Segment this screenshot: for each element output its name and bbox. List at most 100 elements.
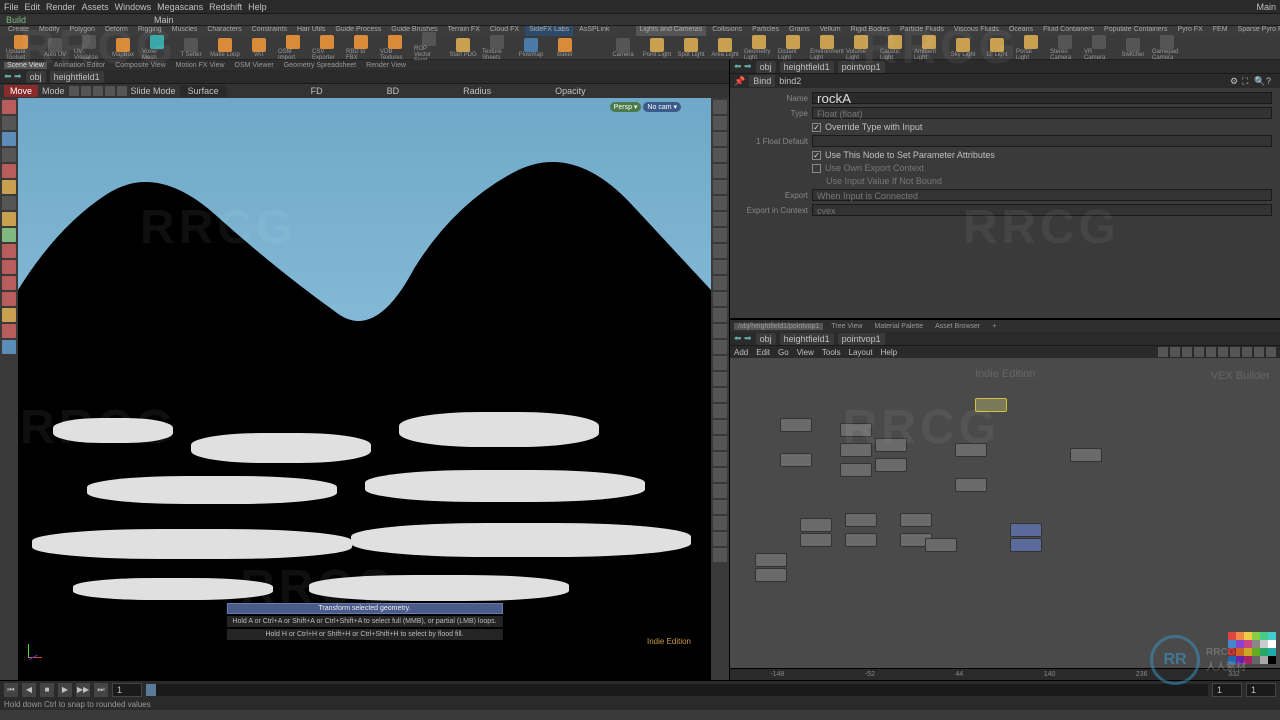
mode-icon[interactable] [81, 86, 91, 96]
nmenu-add[interactable]: Add [734, 348, 748, 357]
display-icon[interactable] [713, 516, 727, 530]
vop-node[interactable] [840, 423, 872, 437]
display-icon[interactable] [713, 436, 727, 450]
tool-pdg[interactable]: Start PDG [448, 38, 478, 58]
main-menubar[interactable]: File Edit Render Assets Windows Megascan… [0, 0, 1280, 14]
tool-caustic[interactable]: Caustic Light [880, 35, 910, 61]
tool-vat[interactable]: VAT [244, 38, 274, 58]
mode-icon[interactable] [105, 86, 115, 96]
net-tool-icon[interactable] [1158, 347, 1168, 357]
viewport-3d[interactable]: Persp ▾ No cam ▾ Transform selected geom… [18, 98, 711, 680]
display-icon[interactable] [713, 228, 727, 242]
nmenu-go[interactable]: Go [778, 348, 789, 357]
display-icon[interactable] [713, 388, 727, 402]
nmenu-view[interactable]: View [797, 348, 814, 357]
display-icon[interactable] [713, 420, 727, 434]
display-icon[interactable] [713, 340, 727, 354]
tool-icon[interactable] [2, 308, 16, 322]
frame-current[interactable]: 1 [112, 683, 142, 697]
tool-icon[interactable] [2, 260, 16, 274]
net-tool-icon[interactable] [1218, 347, 1228, 357]
timeline-slider[interactable] [146, 684, 1208, 696]
net-tool-icon[interactable] [1206, 347, 1216, 357]
search-icon[interactable]: 🔍 [1254, 76, 1264, 86]
help-icon[interactable]: ? [1266, 76, 1276, 86]
tab-tree[interactable]: Tree View [827, 323, 866, 330]
tab-asset[interactable]: Asset Browser [931, 323, 984, 330]
tool-env[interactable]: Environment Light [812, 35, 842, 61]
gear-icon[interactable]: ⚙ [1230, 76, 1240, 86]
tab-anim[interactable]: Animation Editor [51, 62, 108, 69]
vop-node[interactable] [755, 568, 787, 582]
display-icon[interactable] [713, 100, 727, 114]
display-icon[interactable] [713, 132, 727, 146]
display-icon[interactable] [713, 180, 727, 194]
tool-icon[interactable] [2, 244, 16, 258]
main-label[interactable]: Main [154, 15, 174, 25]
tool-icon[interactable] [2, 276, 16, 290]
nmenu-edit[interactable]: Edit [756, 348, 770, 357]
tool-ambient[interactable]: Portal Light [1016, 35, 1046, 61]
tool-switcher[interactable]: Switcher [1118, 38, 1148, 58]
vop-node[interactable] [780, 453, 812, 467]
vop-node[interactable] [955, 478, 987, 492]
menu-megascans[interactable]: Megascans [157, 2, 203, 12]
vop-node[interactable] [875, 438, 907, 452]
vop-node[interactable] [755, 553, 787, 567]
display-icon[interactable] [713, 116, 727, 130]
build-label[interactable]: Build [6, 15, 26, 25]
display-icon[interactable] [713, 292, 727, 306]
node-name[interactable]: bind2 [779, 76, 801, 86]
prev-frame-button[interactable]: ◀ [22, 683, 36, 697]
tool-voxel[interactable]: Voxel Mesh [142, 35, 172, 61]
vop-node[interactable] [875, 458, 907, 472]
vop-node[interactable] [1010, 538, 1042, 552]
shelf-tab[interactable]: Modify [35, 26, 64, 36]
tool-tex[interactable]: Texture Sheets [482, 35, 512, 61]
path-obj2[interactable]: obj [756, 61, 776, 73]
net-tool-icon[interactable] [1182, 347, 1192, 357]
tool-pointlight[interactable]: Point Light [642, 38, 672, 58]
expctx-input[interactable]: cvex [812, 204, 1272, 216]
desktop-main[interactable]: Main [1256, 2, 1276, 12]
npath-hf[interactable]: heightfield1 [780, 333, 834, 345]
vop-node[interactable] [1010, 523, 1042, 537]
arrow-icon[interactable] [2, 148, 16, 162]
display-icon[interactable] [713, 244, 727, 258]
net-tool-icon[interactable] [1254, 347, 1264, 357]
nocam-pill[interactable]: No cam ▾ [643, 102, 681, 112]
setparm-check[interactable] [812, 151, 821, 160]
tool-csv[interactable]: CSV Exporter [312, 35, 342, 61]
display-icon[interactable] [713, 452, 727, 466]
tool-icon[interactable] [2, 116, 16, 130]
mode-icon[interactable] [117, 86, 127, 96]
tool-gamepad[interactable]: Gamepad Camera [1152, 35, 1182, 61]
default-input[interactable] [812, 135, 1272, 147]
tool-makeloop[interactable]: Make Loop [210, 38, 240, 58]
tool-baker[interactable]: Baker [550, 38, 580, 58]
tool-geolight[interactable]: Geometry Light [744, 35, 774, 61]
net-tool-icon[interactable] [1230, 347, 1240, 357]
menu-windows[interactable]: Windows [115, 2, 152, 12]
menu-redshift[interactable]: Redshift [209, 2, 242, 12]
tab-sceneview[interactable]: Scene View [4, 62, 47, 69]
shelf-tab[interactable]: Sparse Pyro FX [1234, 26, 1280, 36]
shelf-tab[interactable]: AsSPLink [575, 26, 613, 36]
display-icon[interactable] [713, 356, 727, 370]
display-icon[interactable] [713, 260, 727, 274]
tool-distant[interactable]: Distant Light [778, 35, 808, 61]
menu-edit[interactable]: Edit [25, 2, 41, 12]
tool-uvvis[interactable]: UV Visualize [74, 35, 104, 61]
npath-obj[interactable]: obj [756, 333, 776, 345]
override-check[interactable] [812, 123, 821, 132]
export-select[interactable]: When Input is Connected [812, 189, 1272, 201]
tool-volume[interactable]: Volume Light [846, 35, 876, 61]
display-icon[interactable] [713, 196, 727, 210]
display-icon[interactable] [713, 372, 727, 386]
tool-icon[interactable] [2, 164, 16, 178]
tool-osm[interactable]: OSM Import [278, 35, 308, 61]
network-crumb[interactable]: /obj/heightfield1/pointvop1 [734, 323, 823, 330]
tool-portal[interactable]: GI Light [982, 38, 1012, 58]
tab-add[interactable]: + [988, 323, 1000, 330]
timeline-marker[interactable] [146, 684, 156, 696]
